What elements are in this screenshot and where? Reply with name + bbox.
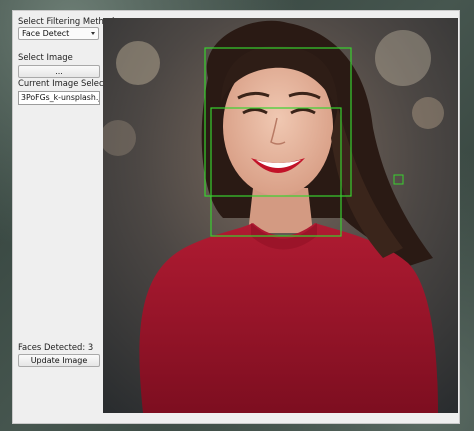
select-image-label: Select Image <box>18 52 73 62</box>
filter-method-value: Face Detect <box>22 29 70 38</box>
image-display <box>103 18 458 413</box>
browse-image-button[interactable]: ... <box>18 65 100 78</box>
chevron-down-icon <box>91 32 95 35</box>
photo-preview <box>103 18 458 413</box>
app-window: Select Filtering Method Face Detect Sele… <box>12 10 460 424</box>
filter-method-select[interactable]: Face Detect <box>18 27 99 40</box>
faces-detected-text: Faces Detected: 3 <box>18 342 94 352</box>
filter-method-label: Select Filtering Method <box>18 16 115 26</box>
update-image-button[interactable]: Update Image <box>18 354 100 367</box>
current-image-field[interactable]: 3PoFGs_k-unsplash.jpg <box>18 91 100 105</box>
